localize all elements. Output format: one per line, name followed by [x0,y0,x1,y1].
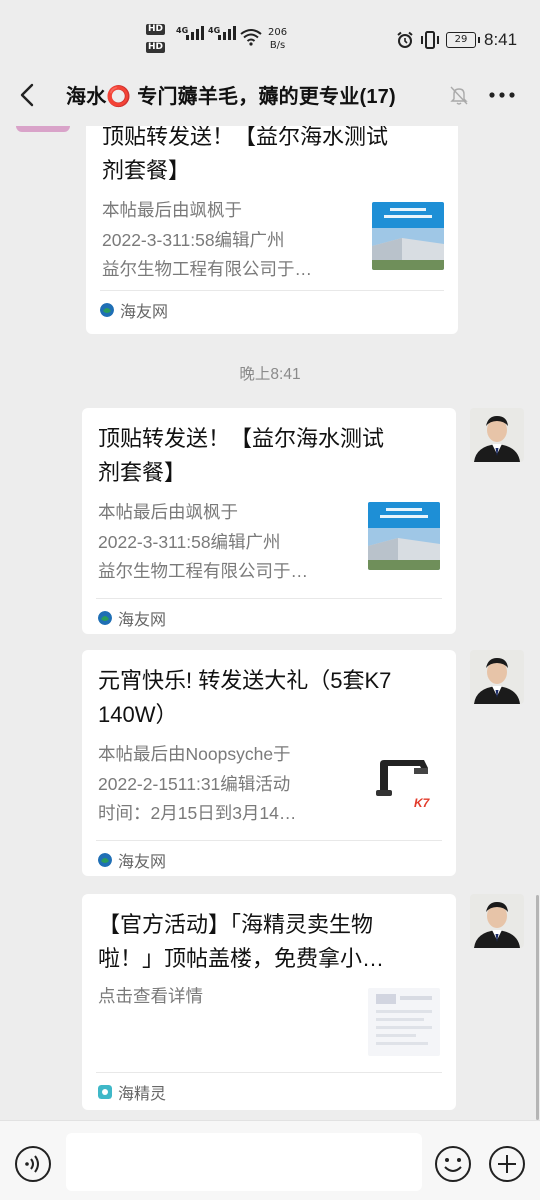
scrollbar[interactable] [536,895,539,1120]
hd-icon: HD [146,42,166,53]
more-icon[interactable] [486,82,518,108]
avatar[interactable] [470,408,524,462]
link-card-thumbnail: K7 [370,750,442,818]
desc-line: 点击查看详情 [98,986,203,1006]
link-card-description: 本帖最后由Noopsyche于 2022-2-1511:31编辑活动 时间：2月… [98,740,360,829]
title-line: 啦！」顶帖盖楼，免费拿小… [98,946,385,971]
link-card-title: 顶贴转发送！【益尔海水测试 剂套餐】 [102,126,442,188]
link-card-message[interactable]: 顶贴转发送！【益尔海水测试 剂套餐】 本帖最后由飒枫于 2022-3-311:5… [82,408,456,634]
link-card-thumbnail [368,502,440,570]
desc-line: 2022-3-311:58编辑广州 [98,531,281,552]
desc-line: 益尔生物工程有限公司于… [98,561,308,581]
link-card-thumbnail [372,202,444,270]
speed-value: 206 [268,27,288,38]
avatar[interactable] [470,650,524,704]
divider [96,598,442,599]
link-card-description: 点击查看详情 [98,982,358,1012]
source-name: 海精灵 [118,1086,167,1103]
time-separator: 晚上8:41 [239,366,301,383]
link-card-title: 元宵快乐! 转发送大礼（5套K7 140W） [98,664,442,732]
title-line: 【官方活动】「海精灵卖生物 [98,912,374,937]
divider [96,1072,442,1073]
speed-unit: B/s [269,40,286,51]
wifi-icon [240,29,262,46]
mute-icon [450,86,468,105]
message-input[interactable] [66,1133,422,1191]
clock: 8:41 [484,30,518,49]
source-app-icon [98,853,112,867]
divider [96,840,442,841]
source-name: 海友网 [118,854,167,871]
avatar[interactable] [16,126,70,132]
emoji-icon[interactable] [434,1145,472,1183]
source-app-icon [98,611,112,625]
title-line: 剂套餐】 [102,158,191,183]
link-card-message[interactable]: 元宵快乐! 转发送大礼（5套K7 140W） 本帖最后由Noopsyche于 2… [82,650,456,876]
vibrate-icon [421,31,439,49]
title-line: 顶贴转发送！【益尔海水测试 [98,426,385,451]
source-name: 海友网 [118,612,167,629]
link-card-title: 顶贴转发送！【益尔海水测试 剂套餐】 [98,422,438,490]
desc-line: 2022-3-311:58编辑广州 [102,229,285,250]
network-speed: 206 B/s [268,26,287,52]
desc-line: 益尔生物工程有限公司于… [102,259,312,279]
battery-level: 29 [454,34,468,45]
title-line: 顶贴转发送！【益尔海水测试 [102,126,389,149]
chat-title[interactable]: 海水⭕ 专门薅羊毛，薅的更专业(17) [66,80,396,109]
divider [100,290,444,291]
desc-line: 2022-2-1511:31编辑活动 [98,773,291,794]
link-card-source: 海友网 [100,298,168,322]
source-app-icon [98,1085,112,1099]
status-bar: HD HD 4G 4G 206 B/s 29 8:41 [0,0,540,64]
desc-line: 时间：2月15日到3月14… [98,803,297,823]
link-card-thumbnail [368,988,440,1056]
link-card-message[interactable]: 顶贴转发送！【益尔海水测试 剂套餐】 本帖最后由飒枫于 2022-3-311:5… [86,126,458,334]
hd-icon: HD [146,24,166,35]
source-app-icon [100,303,114,317]
link-card-source: 海精灵 [98,1080,166,1104]
source-name: 海友网 [120,304,169,321]
voice-icon[interactable] [14,1145,52,1183]
desc-line: 本帖最后由飒枫于 [98,502,238,522]
plus-icon[interactable] [488,1145,526,1183]
link-card-message[interactable]: 【官方活动】「海精灵卖生物 啦！」顶帖盖楼，免费拿小… 点击查看详情 海精灵 [82,894,456,1110]
link-card-description: 本帖最后由飒枫于 2022-3-311:58编辑广州 益尔生物工程有限公司于… [98,498,358,587]
back-icon[interactable] [10,78,44,112]
battery-icon: 29 [446,32,480,48]
avatar[interactable] [470,894,524,948]
chat-message-list[interactable]: 顶贴转发送！【益尔海水测试 剂套餐】 本帖最后由飒枫于 2022-3-311:5… [0,126,540,1120]
desc-line: 本帖最后由飒枫于 [102,200,242,220]
title-line: 剂套餐】 [98,460,187,485]
chat-header: 海水⭕ 专门薅羊毛，薅的更专业(17) [0,64,540,126]
link-card-description: 本帖最后由飒枫于 2022-3-311:58编辑广州 益尔生物工程有限公司于… [102,196,360,285]
link-card-source: 海友网 [98,848,166,872]
link-card-title: 【官方活动】「海精灵卖生物 啦！」顶帖盖楼，免费拿小… [98,908,442,976]
desc-line: 本帖最后由Noopsyche于 [98,744,291,764]
title-line: 140W） [98,702,178,727]
link-card-source: 海友网 [98,606,166,630]
message-input-bar [0,1120,540,1200]
signal-icon [186,26,204,40]
alarm-icon [397,31,413,48]
thumb-logo: K7 [414,796,430,810]
signal-icon [218,26,236,40]
title-line: 元宵快乐! 转发送大礼（5套K7 [98,668,392,693]
